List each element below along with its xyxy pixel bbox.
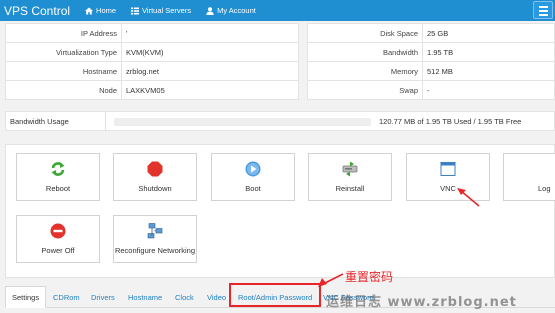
info-key: Disk Space — [307, 23, 423, 43]
tab-settings[interactable]: Settings — [5, 286, 47, 308]
server-info-table: IP Address ' Virtualization Type KVM(KVM) … — [5, 23, 299, 100]
resource-info-table: Disk Space 25 GB Bandwidth 1.95 TB Memory 5… — [307, 23, 555, 100]
annotation-arrow-vnc — [457, 188, 480, 207]
annotation-text: 重置密码 — [345, 270, 394, 284]
shutdown-button[interactable]: Shutdown — [113, 153, 197, 201]
network-icon — [147, 223, 163, 239]
reinstall-label: Reinstall — [335, 184, 365, 193]
bandwidth-usage-text: 120.77 MB of 1.95 TB Used / 1.95 TB Free — [379, 116, 522, 126]
shutdown-label: Shutdown — [138, 184, 172, 193]
reinstall-button[interactable]: Reinstall — [308, 153, 392, 201]
reboot-button[interactable]: Reboot — [16, 153, 100, 201]
table-row: Hostname zrblog.net — [5, 61, 299, 81]
nav-home-label: Home — [96, 6, 117, 15]
tab-video[interactable]: Video — [207, 286, 226, 308]
shutdown-icon — [147, 161, 163, 177]
tab-drivers[interactable]: Drivers — [91, 286, 115, 308]
user-icon — [205, 6, 214, 15]
info-value: ' — [121, 23, 299, 43]
info-key: Memory — [307, 61, 423, 81]
info-key: IP Address — [5, 23, 122, 43]
log-button[interactable]: Log — [503, 153, 555, 201]
vnc-label: VNC — [440, 184, 456, 193]
tab-cdrom[interactable]: CDRom — [53, 286, 80, 308]
info-key: Virtualization Type — [5, 42, 122, 62]
info-value: zrblog.net — [121, 61, 299, 81]
list-icon — [130, 7, 139, 15]
home-icon — [84, 7, 93, 15]
table-row: Bandwidth 1.95 TB — [307, 42, 555, 62]
info-key: Bandwidth — [307, 42, 423, 62]
reboot-label: Reboot — [45, 184, 71, 193]
info-value: 1.95 TB — [422, 42, 555, 62]
bandwidth-usage-row: Bandwidth Usage 120.77 MB of 1.95 TB Use… — [5, 111, 555, 131]
info-value: 512 MB — [422, 61, 555, 81]
nav-virtual-servers-link[interactable]: Virtual Servers — [130, 6, 191, 15]
tab-hostname[interactable]: Hostname — [128, 286, 162, 308]
info-value: - — [422, 80, 555, 100]
bandwidth-usage-label: Bandwidth Usage — [6, 112, 106, 130]
table-row: Swap - — [307, 80, 555, 100]
bandwidth-progress-bar — [114, 118, 371, 126]
info-value: KVM(KVM) — [121, 42, 299, 62]
nav-my-account-link[interactable]: My Account — [205, 6, 256, 15]
reboot-icon — [50, 161, 66, 177]
reconfigure-networking-button[interactable]: Reconfigure Networking — [113, 215, 197, 263]
password-tab-highlight — [229, 283, 321, 307]
info-value: LAXKVM05 — [121, 80, 299, 100]
table-row: Node LAXKVM05 — [5, 80, 299, 100]
log-label: Log — [538, 184, 551, 193]
boot-label: Boot — [245, 184, 261, 193]
power-off-label: Power Off — [41, 246, 75, 255]
power-off-icon — [50, 223, 66, 239]
watermark-text: 运维日志 www.zrblog.net — [326, 295, 517, 310]
reconfigure-networking-label: Reconfigure Networking — [114, 246, 196, 255]
info-key: Node — [5, 80, 122, 100]
power-off-button[interactable]: Power Off — [16, 215, 100, 263]
reinstall-icon — [342, 161, 358, 177]
nav-my-account-label: My Account — [217, 6, 256, 15]
brand-logo[interactable]: VPS Control — [4, 4, 70, 18]
server-actions-panel: Reboot Shutdown Boot Reinstall VNC Log P… — [5, 144, 555, 278]
boot-icon — [245, 161, 261, 177]
table-row: Virtualization Type KVM(KVM) — [5, 42, 299, 62]
nav-virtual-servers-label: Virtual Servers — [142, 6, 192, 15]
nav-toggle-button[interactable] — [533, 1, 553, 19]
info-key: Hostname — [5, 61, 122, 81]
log-icon — [538, 161, 554, 177]
table-row: Memory 512 MB — [307, 61, 555, 81]
table-row: Disk Space 25 GB — [307, 23, 555, 43]
boot-button[interactable]: Boot — [211, 153, 295, 201]
top-navbar: VPS Control Home Virtual Servers My Acco… — [0, 0, 555, 21]
tab-clock[interactable]: Clock — [175, 286, 194, 308]
nav-home-link[interactable]: Home — [84, 6, 116, 15]
vnc-icon — [440, 161, 456, 177]
info-key: Swap — [307, 80, 423, 100]
table-row: IP Address ' — [5, 23, 299, 43]
info-value: 25 GB — [422, 23, 555, 43]
